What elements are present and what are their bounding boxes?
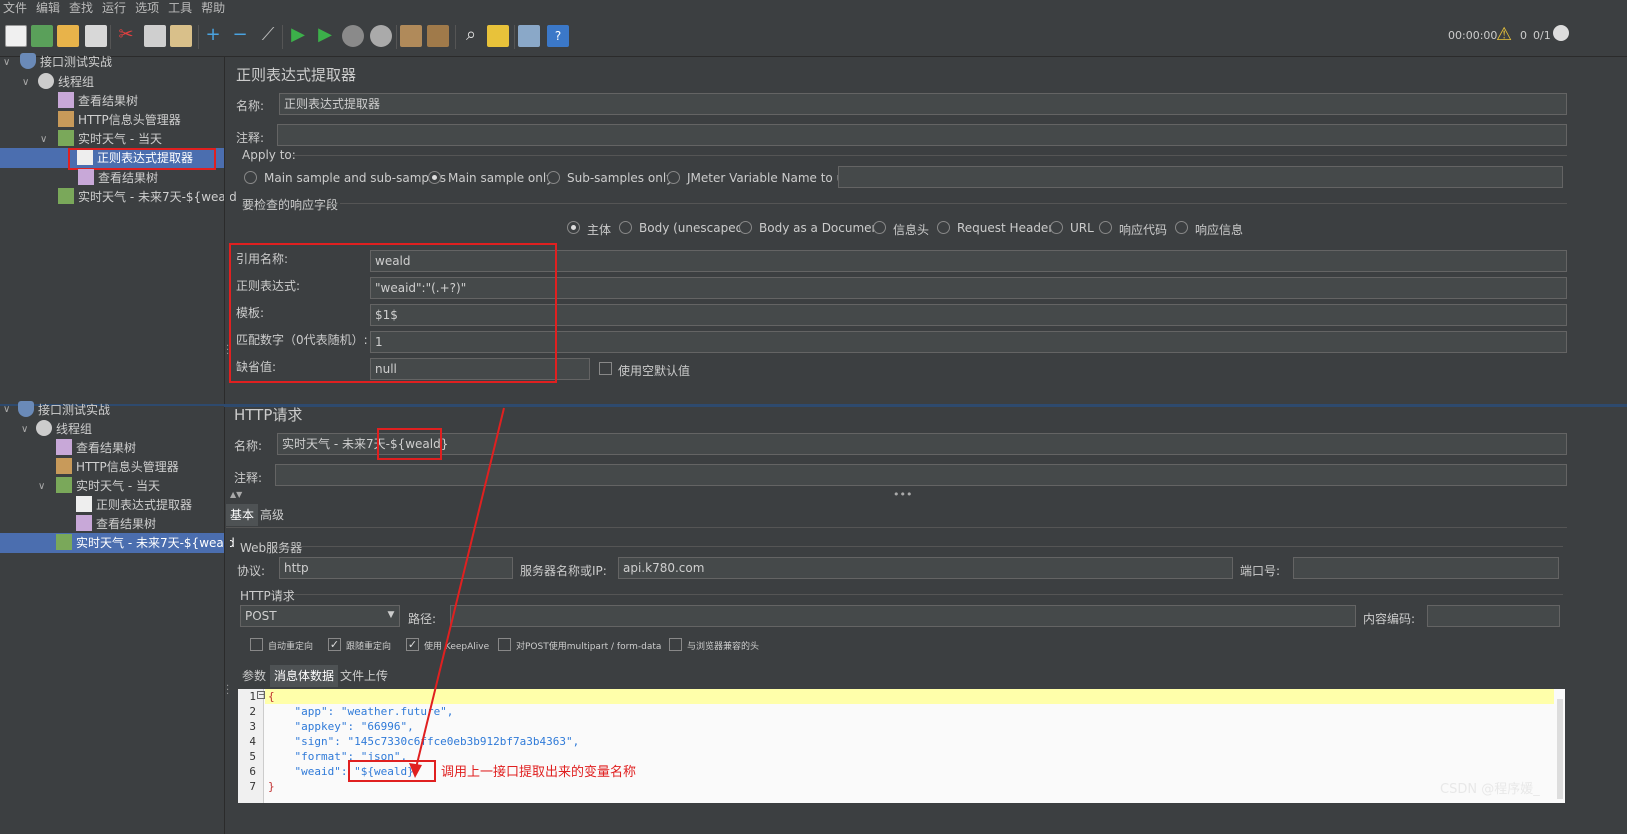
- watermark: CSDN @程序媛_: [1440, 782, 1540, 797]
- annotation-text: 调用上一接口提取出来的变量名称: [441, 765, 637, 780]
- annotation-arrow: [409, 407, 505, 778]
